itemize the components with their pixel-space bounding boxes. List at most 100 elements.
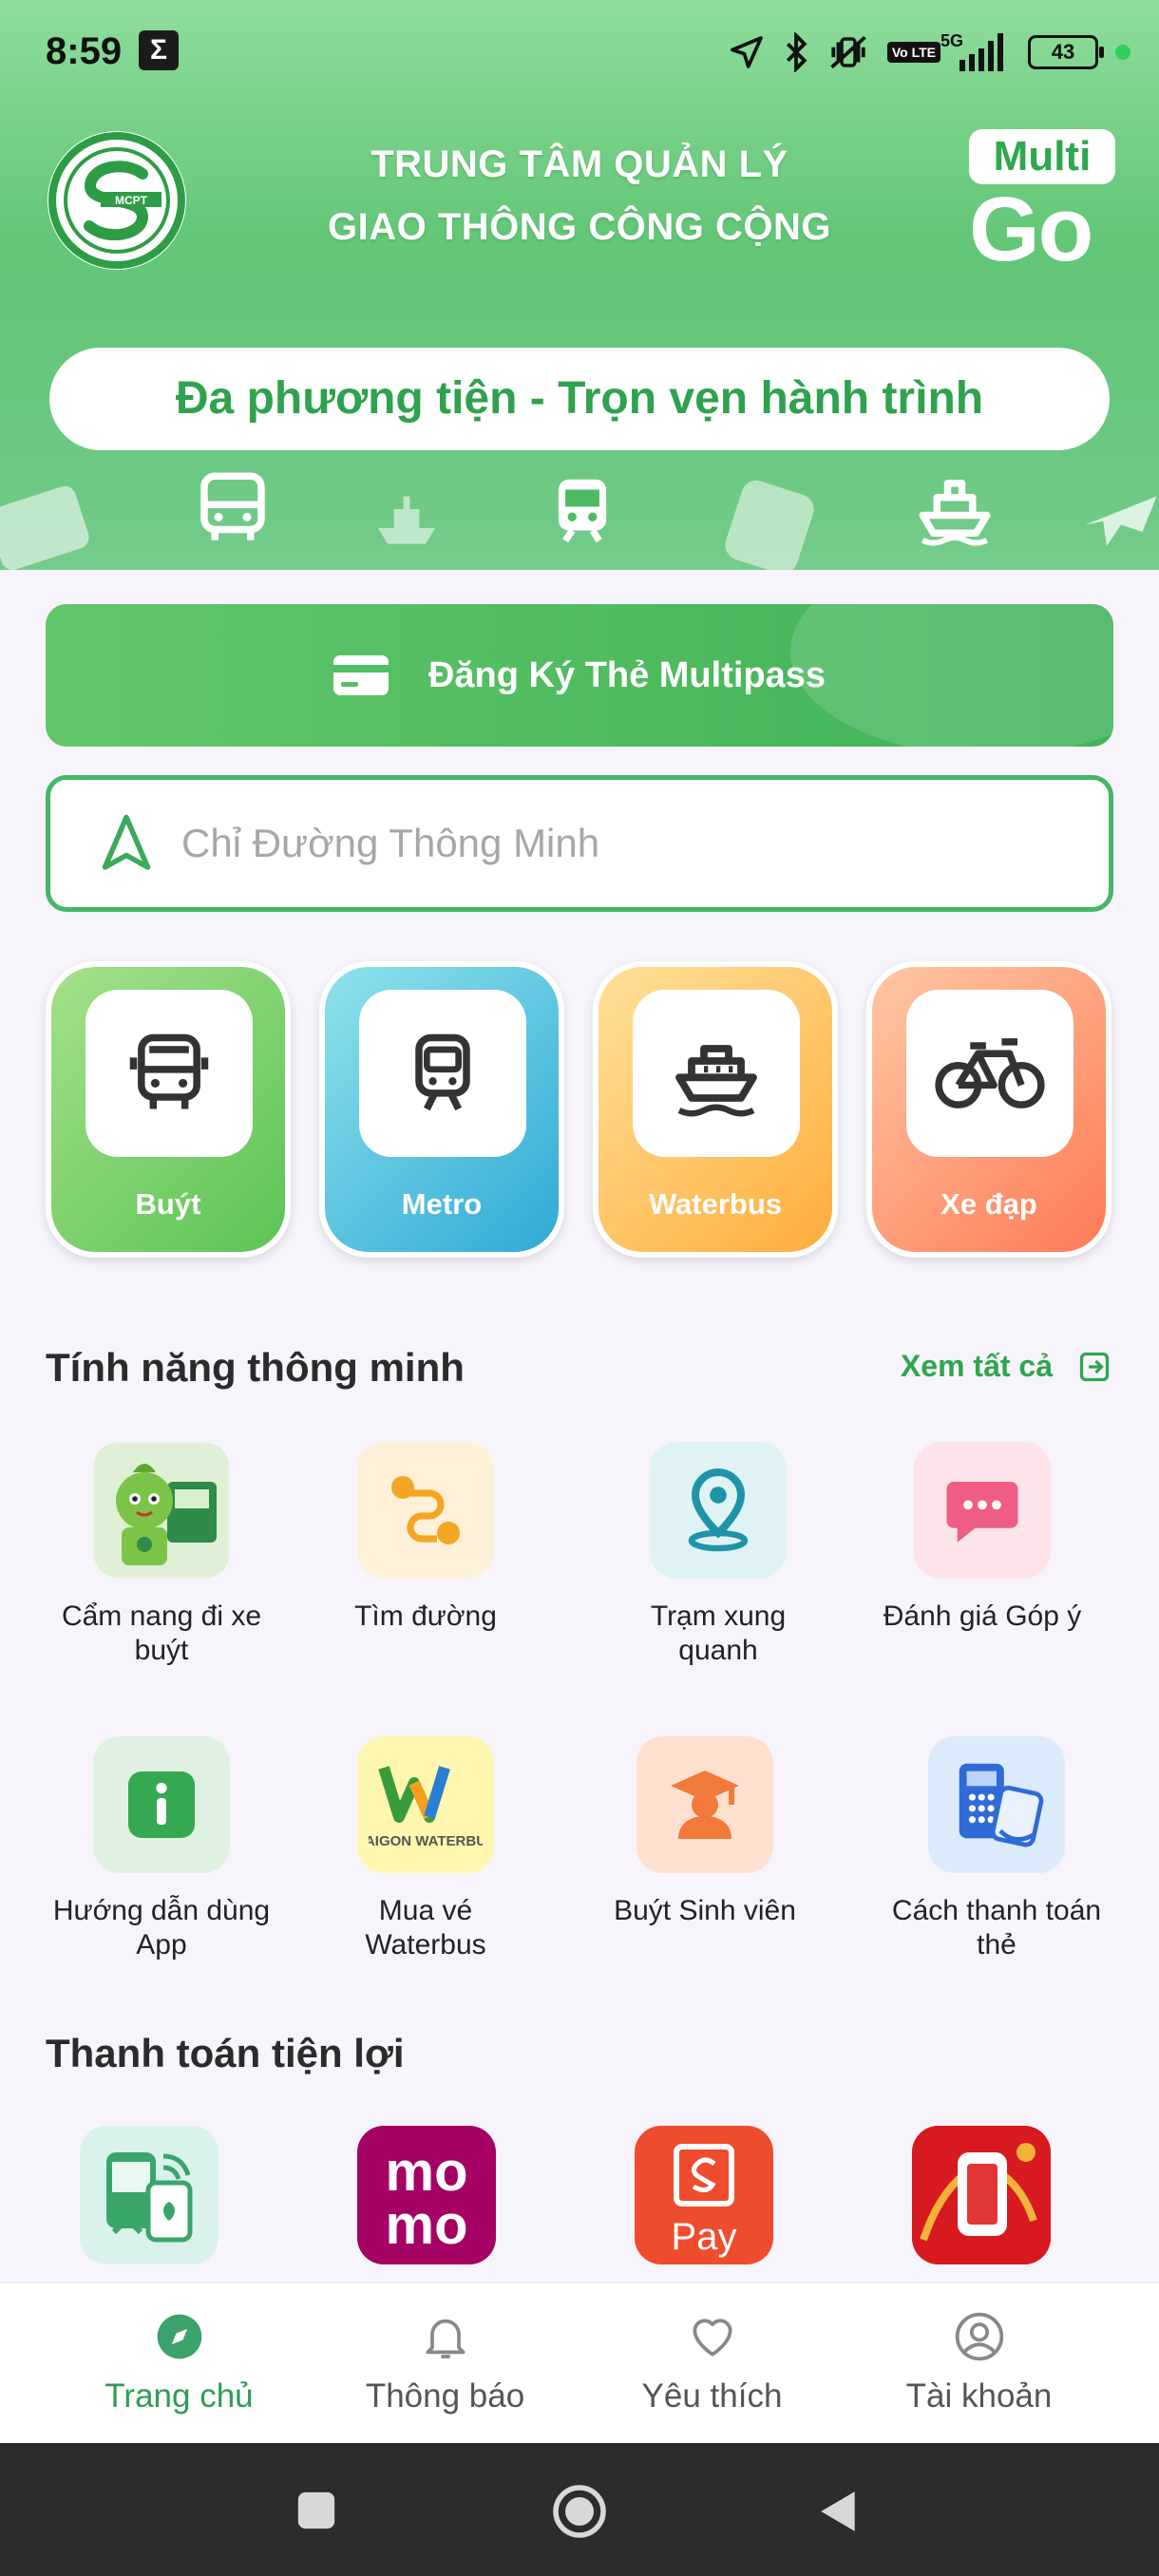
card-payment-icon (928, 1736, 1065, 1873)
nav-notifications-label: Thông báo (365, 2377, 525, 2415)
home-button[interactable] (551, 2483, 608, 2540)
compass-icon (157, 2314, 201, 2359)
feature-student-bus[interactable]: Buýt Sinh viên (596, 1736, 814, 1928)
organization-title: TRUNG TÂM QUẢN LÝ GIAO THÔNG CÔNG CỘNG (247, 133, 912, 258)
signal-icon (960, 33, 1003, 71)
arrow-box-icon (1079, 1352, 1110, 1381)
register-multipass-button[interactable]: Đăng Ký Thẻ Multipass (46, 604, 1113, 747)
feature-buy-waterbus-ticket[interactable]: SAIGON WATERBUS Mua vé Waterbus (316, 1736, 535, 1962)
vehicle-strip (0, 465, 1159, 570)
nav-home[interactable]: Trang chủ (34, 2283, 324, 2445)
nav-account-label: Tài khoản (905, 2377, 1053, 2415)
mode-bus-tile[interactable]: Buýt (46, 961, 291, 1258)
bicycle-icon-box (906, 990, 1074, 1157)
ship-icon-box (633, 990, 800, 1157)
feature-label: Buýt Sinh viên (614, 1895, 796, 1926)
mode-metro-tile[interactable]: Metro (319, 961, 564, 1258)
chat-bubble-icon (914, 1442, 1051, 1579)
nav-home-label: Trang chủ (104, 2377, 254, 2415)
recent-apps-button[interactable] (294, 2489, 338, 2532)
see-all-label: Xem tất cả (900, 1349, 1053, 1383)
ship-outline-icon (919, 480, 991, 546)
phone-dragon-icon (912, 2126, 1051, 2264)
location-pin-icon (650, 1442, 787, 1579)
phone-tap-icon (106, 2152, 193, 2243)
bus-icon-box (86, 990, 253, 1157)
smart-directions-search[interactable] (46, 775, 1113, 912)
nav-favorites-label: Yêu thích (641, 2377, 783, 2415)
feature-app-guide[interactable]: Hướng dẫn dùng App (52, 1736, 271, 1962)
mode-waterbus-tile[interactable]: Waterbus (593, 961, 838, 1258)
feature-label: Cách thanh toán thẻ (891, 1895, 1102, 1960)
feature-bus-handbook[interactable]: Cẩm nang đi xe buýt (52, 1442, 271, 1668)
shopeepay-text: Pay (672, 2216, 737, 2258)
mode-bicycle-label: Xe đạp (940, 1187, 1037, 1221)
navigation-arrow-icon (102, 814, 151, 870)
feature-label: Tìm đường (354, 1601, 497, 1632)
sigma-app-icon: Σ (139, 30, 179, 70)
heart-icon (692, 2319, 732, 2357)
ship-icon (675, 1045, 757, 1117)
nav-notifications[interactable]: Thông báo (300, 2283, 590, 2445)
boat-faded-icon (378, 496, 435, 544)
bus-outline-icon (200, 472, 265, 540)
see-all-link[interactable]: Xem tất cả (901, 1349, 1112, 1384)
bus-faded-icon (725, 480, 814, 570)
feature-label: Hướng dẫn dùng App (52, 1895, 271, 1960)
payments-title: Thanh toán tiện lợi (46, 2031, 405, 2075)
status-bar: 8:59 Σ Vo LTE 43 5G (0, 0, 1159, 104)
feature-card-payment-guide[interactable]: Cách thanh toán thẻ (887, 1736, 1106, 1962)
search-input[interactable] (181, 821, 1036, 866)
mode-metro-label: Metro (401, 1187, 483, 1221)
waterbus-logo-text: SAIGON WATERBUS (369, 1833, 483, 1849)
status-time: 8:59 (46, 30, 123, 72)
metro-icon (415, 1033, 470, 1111)
payment-phone-app[interactable] (912, 2126, 1051, 2264)
bell-icon (425, 2319, 466, 2358)
payment-tap-to-pay[interactable] (80, 2126, 218, 2264)
battery-indicator: 43 (1028, 35, 1104, 69)
active-dot (1115, 45, 1130, 60)
bluetooth-icon (786, 32, 808, 72)
metro-icon-box (359, 990, 526, 1157)
handbook-mascot-icon (93, 1442, 230, 1579)
volte-badge: Vo LTE (886, 42, 940, 63)
nav-favorites[interactable]: Yêu thích (567, 2283, 857, 2445)
feature-feedback[interactable]: Đánh giá Góp ý (873, 1442, 1092, 1634)
feature-label: Trạm xung quanh (650, 1601, 787, 1666)
waterbus-logo-icon: SAIGON WATERBUS (357, 1736, 494, 1873)
brand-multi: Multi (969, 129, 1115, 184)
header-banner: 8:59 Σ Vo LTE 43 5G MCPT TRUNG TÂM QUẢN … (0, 0, 1159, 570)
feature-nearby-stations[interactable]: Trạm xung quanh (609, 1442, 827, 1668)
bus-icon (129, 1033, 209, 1109)
bicycle-icon (935, 1038, 1045, 1108)
system-navigation-bar (0, 2443, 1159, 2576)
org-title-line1: TRUNG TÂM QUẢN LÝ (370, 143, 788, 185)
payment-shopeepay[interactable]: Pay (635, 2126, 773, 2264)
route-icon (357, 1442, 494, 1579)
mode-bus-label: Buýt (135, 1187, 201, 1221)
network-type: 5G (940, 31, 964, 50)
nav-account[interactable]: Tài khoản (834, 2283, 1124, 2445)
plane-faded-icon (1085, 496, 1157, 546)
student-icon (636, 1736, 773, 1873)
location-arrow-icon (731, 36, 763, 68)
payment-momo[interactable]: mo mo (357, 2126, 496, 2264)
feature-label: Cẩm nang đi xe buýt (61, 1601, 262, 1666)
back-button[interactable] (815, 2487, 863, 2536)
multigo-brand: Multi Go (969, 129, 1115, 275)
status-icons: Vo LTE 43 (728, 27, 1130, 78)
account-icon (955, 2312, 1003, 2361)
bottom-navigation: Trang chủ Thông báo Yêu thích Tài khoản (0, 2282, 1159, 2443)
mcpt-logo: MCPT (48, 131, 186, 270)
feature-find-route[interactable]: Tìm đường (316, 1442, 535, 1634)
feature-label: Đánh giá Góp ý (883, 1601, 1082, 1632)
metro-train-icon (558, 479, 607, 543)
card-icon (332, 655, 389, 695)
multipass-label: Đăng Ký Thẻ Multipass (428, 654, 826, 695)
org-title-line2: GIAO THÔNG CÔNG CỘNG (328, 206, 831, 248)
mode-bicycle-tile[interactable]: Xe đạp (866, 961, 1112, 1258)
mode-waterbus-label: Waterbus (648, 1187, 783, 1221)
smart-features-title: Tính năng thông minh (46, 1345, 465, 1390)
momo-text-bottom: mo (386, 2194, 468, 2256)
